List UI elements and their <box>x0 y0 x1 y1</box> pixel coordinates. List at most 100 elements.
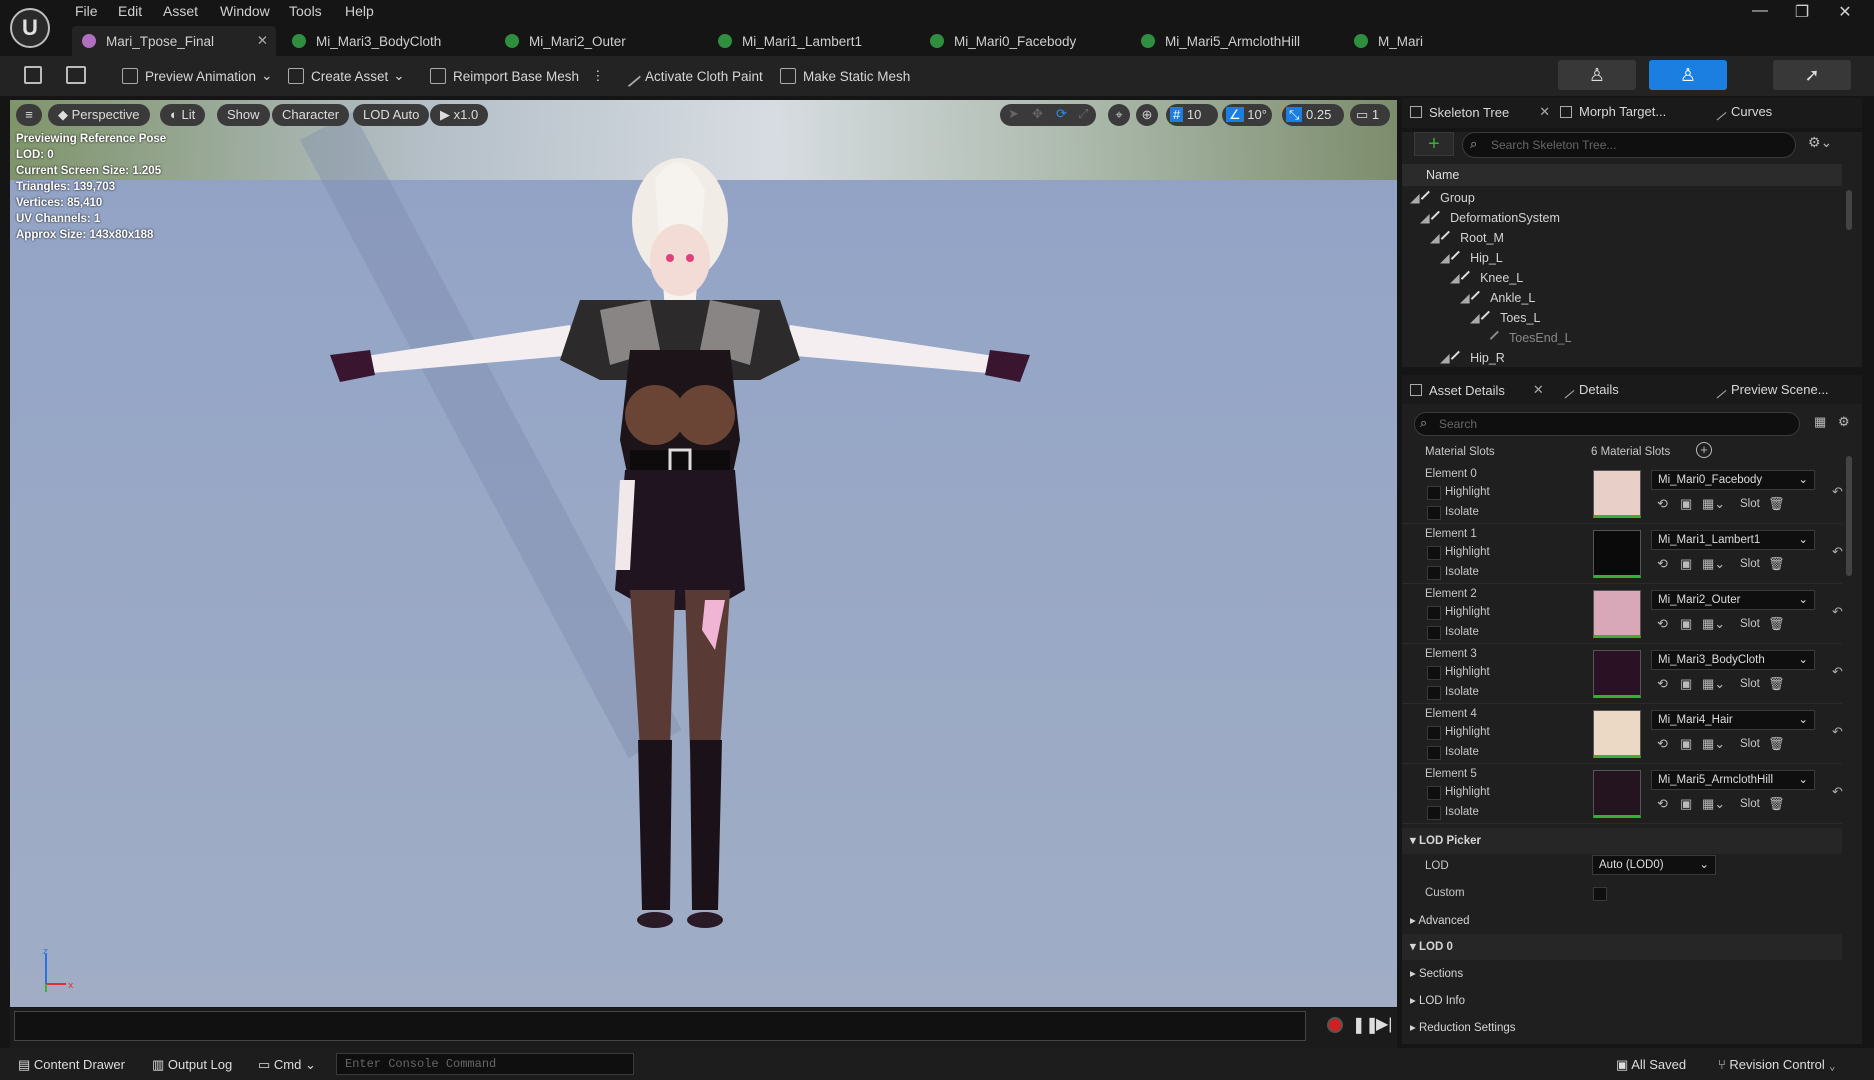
lod-button[interactable]: LOD Auto <box>353 104 430 126</box>
isolate-checkbox[interactable] <box>1427 626 1441 640</box>
tab-curves[interactable]: Curves <box>1709 103 1772 120</box>
bone-ankle-l[interactable]: ◢ Ankle_L <box>1460 288 1535 308</box>
tab-mi-mari0-facebody[interactable]: Mi_Mari0_Facebody <box>930 26 1076 56</box>
isolate-checkbox[interactable] <box>1427 746 1441 760</box>
scale-icon[interactable]: ⤢ <box>1078 106 1088 122</box>
tab-skeleton-tree[interactable]: Skeleton Tree ✕ <box>1410 104 1550 120</box>
menu-tools[interactable]: Tools <box>289 3 322 19</box>
isolate-checkbox[interactable] <box>1427 686 1441 700</box>
tab-mi-mari5-armclothhill[interactable]: Mi_Mari5_ArmclothHill <box>1141 26 1300 56</box>
lit-mode-button[interactable]: ◐ Lit <box>160 104 206 126</box>
bone-deformation-system[interactable]: ◢ DeformationSystem <box>1420 208 1560 228</box>
custom-checkbox[interactable] <box>1593 887 1607 901</box>
material-thumbnail[interactable] <box>1593 770 1641 818</box>
unreal-logo-icon[interactable]: U <box>10 8 50 48</box>
timeline-scrubber[interactable] <box>14 1011 1306 1041</box>
add-bone-button[interactable]: + <box>1414 132 1454 156</box>
bone-group[interactable]: ◢ Group <box>1410 188 1475 208</box>
delete-slot-icon[interactable]: 🗑 <box>1768 676 1785 692</box>
browse-folder-icon[interactable]: ▣ <box>1680 736 1692 752</box>
bone-hip-l[interactable]: ◢ Hip_L <box>1440 248 1503 268</box>
cmd-button[interactable]: ▭ Cmd ⌄ <box>258 1057 316 1073</box>
use-selected-icon[interactable]: ⟲ <box>1657 796 1668 812</box>
pause-icon[interactable]: ❚❚ <box>1352 1015 1379 1035</box>
select-icon[interactable]: ➤ <box>1008 106 1019 122</box>
animation-mode-button[interactable]: ➚ <box>1773 60 1851 90</box>
reimport-base-mesh-button[interactable]: Reimport Base Mesh ⋮ <box>430 64 605 88</box>
view-mode-button[interactable]: ◆ Perspective <box>48 104 150 126</box>
camera-speed-button[interactable]: ▭ 1 <box>1350 104 1390 126</box>
bone-knee-l[interactable]: ◢ Knee_L <box>1450 268 1523 288</box>
add-material-slot-icon[interactable]: + <box>1696 442 1712 458</box>
delete-slot-icon[interactable]: 🗑 <box>1768 556 1785 572</box>
content-drawer-button[interactable]: ▤ Content Drawer <box>18 1057 125 1073</box>
settings-gear-icon[interactable]: ⚙⌄ <box>1808 134 1832 151</box>
maximize-icon[interactable]: ❐ <box>1787 2 1817 22</box>
material-options-icon[interactable]: ▦⌄ <box>1702 796 1725 812</box>
lod-select[interactable]: Auto (LOD0) ⌄ <box>1592 855 1716 875</box>
name-column-header[interactable]: Name <box>1402 164 1842 186</box>
tab-close-icon[interactable]: ✕ <box>1533 382 1544 398</box>
browse-folder-icon[interactable]: ▣ <box>1680 556 1692 572</box>
highlight-checkbox[interactable] <box>1427 546 1441 560</box>
material-options-icon[interactable]: ▦⌄ <box>1702 736 1725 752</box>
mesh-mode-button[interactable]: ♙ <box>1649 60 1727 90</box>
record-icon[interactable] <box>1327 1017 1343 1033</box>
browse-folder-icon[interactable]: ▣ <box>1680 676 1692 692</box>
reset-arrow-icon[interactable]: ↶ <box>1832 784 1843 800</box>
move-icon[interactable]: ✥ <box>1032 106 1043 122</box>
menu-window[interactable]: Window <box>220 3 270 19</box>
skeleton-search-input[interactable]: Search Skeleton Tree... <box>1462 132 1796 158</box>
menu-edit[interactable]: Edit <box>118 3 142 19</box>
save-icon[interactable] <box>24 66 42 84</box>
bone-toesend-l[interactable]: ToesEnd_L <box>1489 328 1572 348</box>
use-selected-icon[interactable]: ⟲ <box>1657 616 1668 632</box>
tab-close-icon[interactable]: ✕ <box>257 33 268 49</box>
delete-slot-icon[interactable]: 🗑 <box>1768 796 1785 812</box>
show-button[interactable]: Show <box>217 104 270 126</box>
highlight-checkbox[interactable] <box>1427 726 1441 740</box>
delete-slot-icon[interactable]: 🗑 <box>1768 496 1785 512</box>
console-command-input[interactable]: Enter Console Command <box>336 1053 634 1075</box>
use-selected-icon[interactable]: ⟲ <box>1657 496 1668 512</box>
tab-preview-scene[interactable]: Preview Scene... <box>1709 381 1829 398</box>
menu-help[interactable]: Help <box>345 3 374 19</box>
step-forward-icon[interactable]: ▶| <box>1376 1014 1392 1034</box>
material-select[interactable]: Mi_Mari3_BodyCloth ⌄ <box>1651 650 1815 670</box>
browse-icon[interactable] <box>66 66 86 84</box>
material-thumbnail[interactable] <box>1593 470 1641 518</box>
highlight-checkbox[interactable] <box>1427 666 1441 680</box>
highlight-checkbox[interactable] <box>1427 486 1441 500</box>
settings-gear-icon[interactable]: ⚙ <box>1838 414 1850 430</box>
bone-hip-r[interactable]: ◢ Hip_R <box>1440 348 1505 368</box>
tab-mari-tpose-final[interactable]: Mari_Tpose_Final ✕ <box>72 26 276 56</box>
delete-slot-icon[interactable]: 🗑 <box>1768 736 1785 752</box>
isolate-checkbox[interactable] <box>1427 506 1441 520</box>
material-select[interactable]: Mi_Mari0_Facebody ⌄ <box>1651 470 1815 490</box>
more-options-icon[interactable]: ⋮ <box>591 68 605 84</box>
material-options-icon[interactable]: ▦⌄ <box>1702 676 1725 692</box>
character-button[interactable]: Character <box>272 104 350 126</box>
material-thumbnail[interactable] <box>1593 650 1641 698</box>
material-options-icon[interactable]: ▦⌄ <box>1702 496 1725 512</box>
create-asset-button[interactable]: Create Asset ⌄ <box>288 64 405 88</box>
tab-mi-mari1-lambert1[interactable]: Mi_Mari1_Lambert1 <box>718 26 862 56</box>
material-thumbnail[interactable] <box>1593 590 1641 638</box>
material-select[interactable]: Mi_Mari2_Outer ⌄ <box>1651 590 1815 610</box>
minimize-icon[interactable]: — <box>1745 2 1775 20</box>
rotate-icon[interactable]: ⟳ <box>1056 106 1067 122</box>
preview-animation-button[interactable]: Preview Animation ⌄ <box>122 64 272 88</box>
activate-cloth-paint-button[interactable]: Activate Cloth Paint <box>618 64 763 88</box>
use-selected-icon[interactable]: ⟲ <box>1657 676 1668 692</box>
surface-snap-icon[interactable]: ⌖ <box>1108 104 1130 126</box>
isolate-checkbox[interactable] <box>1427 566 1441 580</box>
bone-toes-l[interactable]: ◢ Toes_L <box>1470 308 1540 328</box>
isolate-checkbox[interactable] <box>1427 806 1441 820</box>
material-select[interactable]: Mi_Mari1_Lambert1 ⌄ <box>1651 530 1815 550</box>
output-log-button[interactable]: ▥ Output Log <box>152 1057 232 1073</box>
highlight-checkbox[interactable] <box>1427 786 1441 800</box>
tab-mi-mari2-outer[interactable]: Mi_Mari2_Outer <box>505 26 626 56</box>
material-select[interactable]: Mi_Mari4_Hair ⌄ <box>1651 710 1815 730</box>
reset-arrow-icon[interactable]: ↶ <box>1832 724 1843 740</box>
tab-mi-mari3-bodycloth[interactable]: Mi_Mari3_BodyCloth <box>292 26 441 56</box>
